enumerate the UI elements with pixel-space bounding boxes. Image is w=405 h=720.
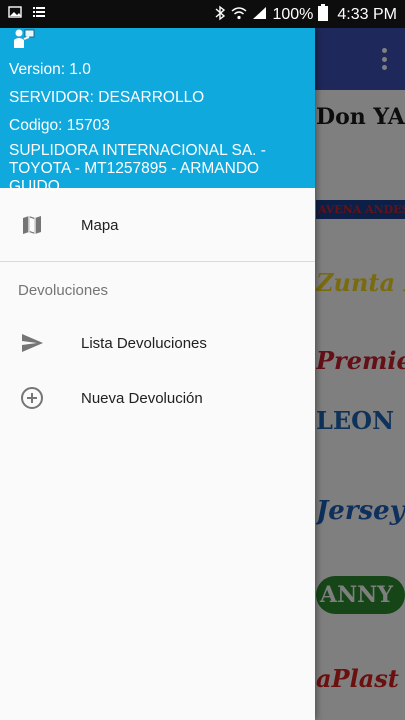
bluetooth-icon <box>214 5 226 26</box>
code-text: Codigo: 15703 <box>9 117 110 134</box>
navigation-drawer: Version: 1.0 SERVIDOR: DESARROLLO Codigo… <box>0 28 315 720</box>
divider <box>0 261 315 262</box>
status-bar: 100% 4:33 PM <box>0 0 405 28</box>
battery-percent: 100% <box>272 6 314 23</box>
map-icon <box>19 212 45 238</box>
signal-icon <box>252 6 267 25</box>
drawer-header: Version: 1.0 SERVIDOR: DESARROLLO Codigo… <box>0 28 315 195</box>
nav-item-mapa[interactable]: Mapa <box>0 200 315 250</box>
nav-item-nueva-devolucion[interactable]: Nueva Devolución <box>0 373 315 423</box>
account-text: SUPLIDORA INTERNACIONAL SA. - TOYOTA - M… <box>9 142 266 195</box>
version-text: Version: 1.0 <box>9 61 91 78</box>
nav-item-lista-devoluciones[interactable]: Lista Devoluciones <box>0 318 315 368</box>
nav-label-nueva-devolucion: Nueva Devolución <box>81 389 203 407</box>
image-icon <box>8 5 22 24</box>
add-circle-icon <box>19 385 45 411</box>
nav-label-mapa: Mapa <box>81 216 119 234</box>
server-text: SERVIDOR: DESARROLLO <box>9 89 205 106</box>
send-icon <box>19 330 45 356</box>
nav-label-lista-devoluciones: Lista Devoluciones <box>81 334 207 352</box>
battery-icon <box>318 4 329 26</box>
list-icon <box>32 5 46 24</box>
section-title-devoluciones: Devoluciones <box>18 282 109 299</box>
wifi-icon <box>231 6 247 25</box>
clock: 4:33 PM <box>337 6 397 23</box>
user-icon <box>10 28 36 48</box>
